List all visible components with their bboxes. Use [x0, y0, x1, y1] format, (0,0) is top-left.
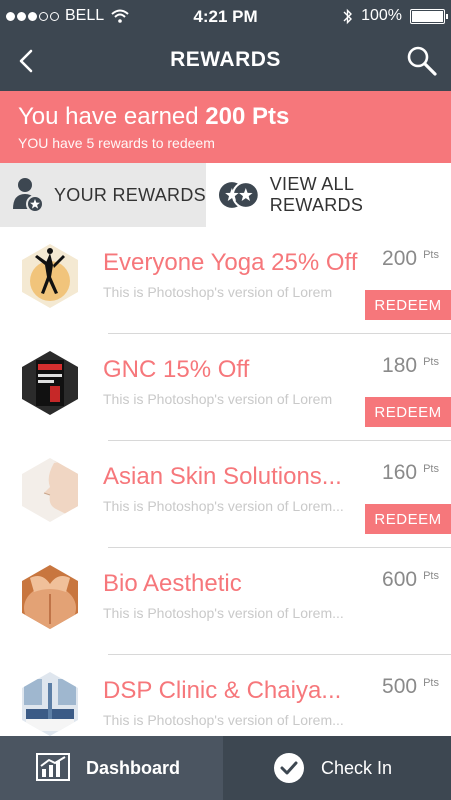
reward-points: 500 Pts: [382, 675, 439, 699]
status-right: 100%: [342, 7, 448, 25]
app-header: BELL 4:21 PM 100% REWARDS: [0, 0, 451, 91]
yoga-thumbnail: [22, 244, 78, 308]
nav-bar: REWARDS: [0, 34, 451, 91]
reward-description: This is Photoshop's version of Lorem...: [103, 605, 344, 621]
tab-your-rewards-label: YOUR REWARDS: [54, 184, 206, 205]
earned-prefix: You have earned: [18, 103, 199, 130]
rewards-list: Everyone Yoga 25% Off This is Photoshop'…: [0, 227, 451, 736]
battery-icon: [410, 8, 448, 24]
points-value: 180: [382, 354, 418, 377]
search-icon[interactable]: [405, 44, 439, 78]
points-unit: Pts: [423, 677, 439, 689]
dashboard-button[interactable]: Dashboard: [0, 736, 223, 800]
reward-points: 160 Pts: [382, 461, 439, 485]
reward-item[interactable]: GNC 15% Off This is Photoshop's version …: [0, 334, 451, 441]
massage-thumbnail: [22, 565, 78, 629]
tab-view-all-rewards[interactable]: VIEW ALL REWARDS: [206, 163, 451, 227]
points-value: 200: [382, 247, 418, 270]
reward-tabs: YOUR REWARDS VIEW ALL REWARDS: [0, 163, 451, 227]
bottom-tab-bar: Dashboard Check In: [0, 736, 451, 800]
points-unit: Pts: [423, 356, 439, 368]
reward-points: 200 Pts: [382, 247, 439, 271]
earned-value: 200 Pts: [205, 103, 290, 130]
dashboard-label: Dashboard: [86, 757, 181, 778]
redeem-button[interactable]: REDEEM: [365, 290, 451, 320]
reward-description: This is Photoshop's version of Lorem: [103, 284, 333, 300]
reward-points: 600 Pts: [382, 568, 439, 592]
clinic-thumbnail: [22, 672, 78, 736]
reward-item[interactable]: Asian Skin Solutions... This is Photosho…: [0, 441, 451, 548]
page-title: REWARDS: [170, 48, 281, 71]
tab-view-all-label: VIEW ALL REWARDS: [269, 174, 364, 215]
checkmark-circle-icon: [274, 753, 304, 783]
redeem-button[interactable]: REDEEM: [365, 397, 451, 427]
status-bar: BELL 4:21 PM 100%: [0, 0, 451, 34]
reward-description: This is Photoshop's version of Lorem: [103, 391, 333, 407]
points-value: 500: [382, 675, 418, 698]
dashboard-chart-icon: [36, 753, 70, 781]
stars-icon: [218, 181, 260, 209]
reward-name: GNC 15% Off: [103, 356, 250, 383]
reward-item[interactable]: Bio Aesthetic This is Photoshop's versio…: [0, 548, 451, 655]
points-unit: Pts: [423, 570, 439, 582]
earned-line: You have earned 200 Pts: [18, 103, 289, 131]
reward-name: DSP Clinic & Chaiya...: [103, 677, 342, 704]
check-in-label: Check In: [321, 757, 393, 778]
points-banner: You have earned 200 Pts YOU have 5 rewar…: [0, 91, 451, 163]
points-value: 600: [382, 568, 418, 591]
reward-description: This is Photoshop's version of Lorem...: [103, 712, 344, 728]
reward-name: Asian Skin Solutions...: [103, 463, 342, 490]
reward-points: 180 Pts: [382, 354, 439, 378]
reward-name: Everyone Yoga 25% Off: [103, 249, 358, 276]
points-unit: Pts: [423, 249, 439, 261]
reward-name: Bio Aesthetic: [103, 570, 242, 597]
reward-item[interactable]: DSP Clinic & Chaiya... This is Photoshop…: [0, 655, 451, 736]
supplement-thumbnail: [22, 351, 78, 415]
user-star-icon: [13, 178, 44, 213]
battery-percent: 100%: [361, 7, 402, 24]
points-unit: Pts: [423, 463, 439, 475]
skin-thumbnail: [22, 458, 78, 522]
tab-your-rewards[interactable]: YOUR REWARDS: [0, 163, 206, 227]
reward-item[interactable]: Everyone Yoga 25% Off This is Photoshop'…: [0, 227, 451, 334]
redeem-button[interactable]: REDEEM: [365, 504, 451, 534]
bluetooth-icon: [343, 8, 353, 24]
rewards-count-text: YOU have 5 rewards to redeem: [18, 135, 215, 151]
reward-description: This is Photoshop's version of Lorem...: [103, 498, 344, 514]
points-value: 160: [382, 461, 418, 484]
check-in-button[interactable]: Check In: [223, 736, 451, 800]
